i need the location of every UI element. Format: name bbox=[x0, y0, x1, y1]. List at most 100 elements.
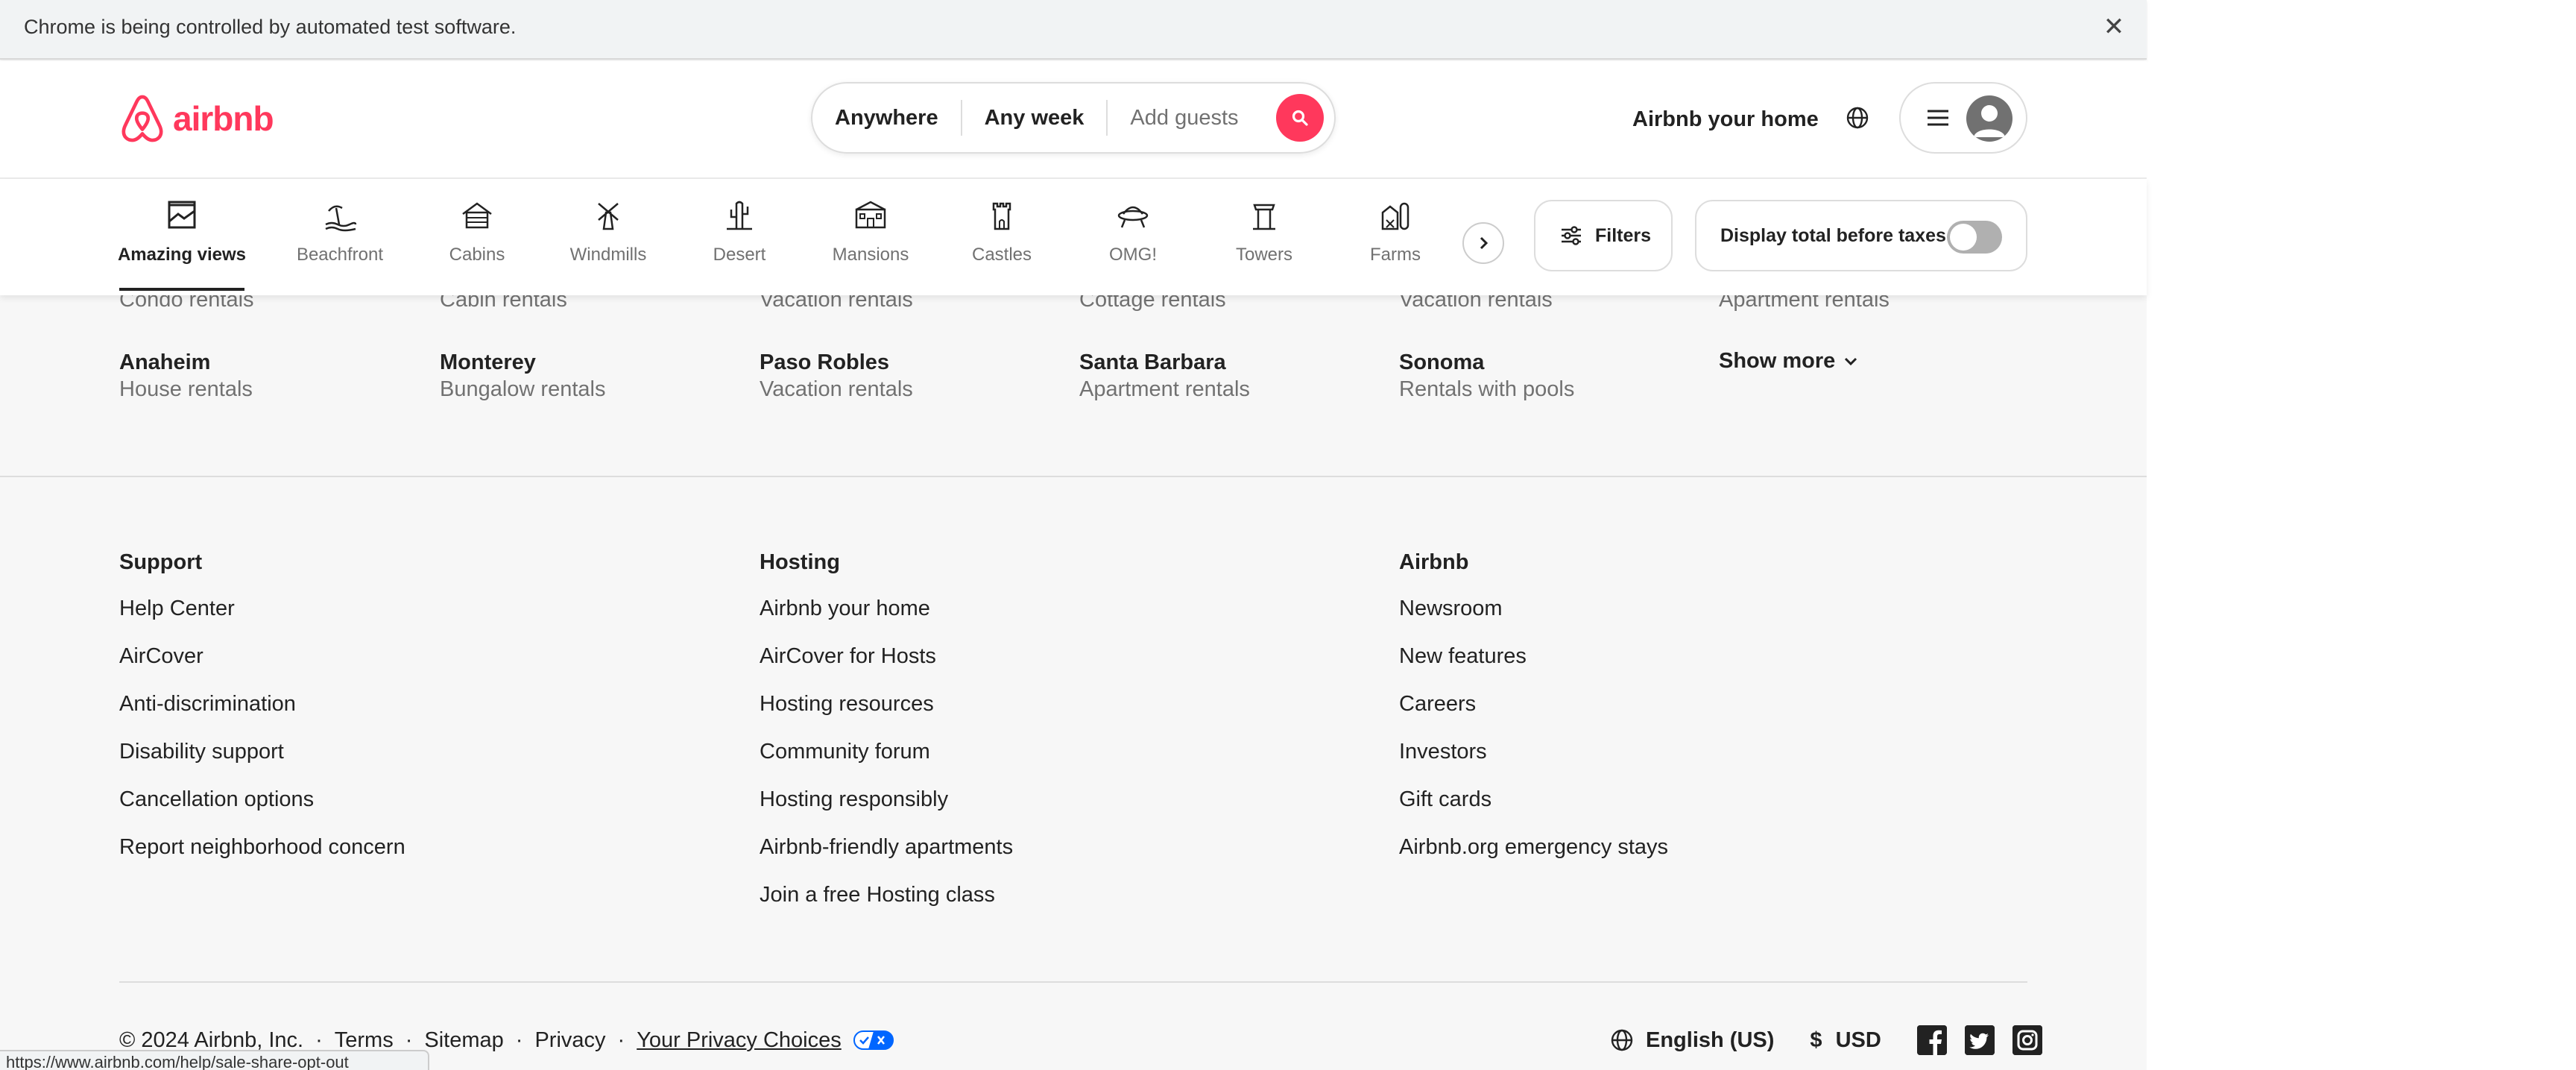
category-amazing-views[interactable]: Amazing views bbox=[115, 195, 249, 265]
category-scroll-next-button[interactable] bbox=[1462, 222, 1504, 264]
search-location-button[interactable]: Anywhere bbox=[812, 106, 961, 130]
footer-link-anti-discrimination[interactable]: Anti-discrimination bbox=[119, 690, 405, 717]
currency-selector[interactable]: $ USD bbox=[1810, 1028, 1881, 1053]
footer-link-aircover[interactable]: AirCover bbox=[119, 643, 405, 670]
category-desert[interactable]: Desert bbox=[672, 195, 806, 265]
footer-link-careers[interactable]: Careers bbox=[1399, 690, 1668, 717]
search-dates-button[interactable]: Any week bbox=[962, 106, 1107, 130]
farms-icon bbox=[1376, 195, 1415, 234]
footer-link-investors[interactable]: Investors bbox=[1399, 738, 1668, 765]
footer-link-disability-support[interactable]: Disability support bbox=[119, 738, 405, 765]
category-beachfront[interactable]: Beachfront bbox=[273, 195, 407, 265]
separator-dot: · bbox=[515, 1027, 523, 1052]
destination-paso-robles[interactable]: Paso Robles Vacation rentals bbox=[760, 349, 1058, 403]
destination-city: Sonoma bbox=[1399, 350, 1485, 374]
destination-city: Santa Barbara bbox=[1079, 350, 1226, 374]
terms-link[interactable]: Terms bbox=[335, 1028, 394, 1053]
category-mansions[interactable]: Mansions bbox=[804, 195, 938, 265]
footer-column-hosting: Hosting Airbnb your home AirCover for Ho… bbox=[760, 549, 1013, 929]
filters-button[interactable]: Filters bbox=[1534, 200, 1673, 271]
destination-item[interactable]: Cabin rentals bbox=[440, 295, 738, 313]
category-label: Towers bbox=[1235, 245, 1293, 265]
footer-locale-row: English (US) $ USD bbox=[1610, 1020, 2042, 1060]
omg-icon bbox=[1114, 195, 1152, 234]
category-cabins[interactable]: Cabins bbox=[410, 195, 544, 265]
search-button[interactable] bbox=[1276, 94, 1324, 142]
footer-link-aircover-for-hosts[interactable]: AirCover for Hosts bbox=[760, 643, 1013, 670]
footer-link-cancellation-options[interactable]: Cancellation options bbox=[119, 786, 405, 813]
chevron-down-icon bbox=[1845, 357, 1857, 365]
footer-link-community-forum[interactable]: Community forum bbox=[760, 738, 1013, 765]
facebook-icon[interactable] bbox=[1916, 1025, 1947, 1055]
category-castles[interactable]: Castles bbox=[935, 195, 1069, 265]
destination-type: Rentals with pools bbox=[1399, 377, 1575, 401]
airbnb-your-home-link[interactable]: Airbnb your home bbox=[1632, 107, 1819, 132]
footer-link-emergency-stays[interactable]: Airbnb.org emergency stays bbox=[1399, 834, 1668, 860]
castles-icon bbox=[982, 195, 1021, 234]
display-total-toggle[interactable]: Display total before taxes bbox=[1695, 200, 2027, 271]
airbnb-logo[interactable]: airbnb bbox=[119, 92, 274, 145]
language-selector[interactable]: English (US) bbox=[1610, 1028, 1774, 1053]
category-label: Amazing views bbox=[117, 245, 247, 265]
close-icon[interactable]: ✕ bbox=[2100, 13, 2127, 40]
currency-symbol: $ bbox=[1810, 1027, 1822, 1052]
footer-link-report-concern[interactable]: Report neighborhood concern bbox=[119, 834, 405, 860]
privacy-choices-link[interactable]: Your Privacy Choices bbox=[637, 1028, 842, 1053]
category-towers[interactable]: Towers bbox=[1197, 195, 1331, 265]
footer-link-hosting-resources[interactable]: Hosting resources bbox=[760, 690, 1013, 717]
category-label: Beachfront bbox=[296, 245, 384, 265]
category-windmills[interactable]: Windmills bbox=[541, 195, 675, 265]
site-header: airbnb Anywhere Any week Add guests Airb… bbox=[0, 61, 2147, 179]
category-omg[interactable]: OMG! bbox=[1066, 195, 1200, 265]
privacy-link[interactable]: Privacy bbox=[534, 1028, 605, 1053]
footer-link-help-center[interactable]: Help Center bbox=[119, 595, 405, 622]
footer-link-new-features[interactable]: New features bbox=[1399, 643, 1668, 670]
show-more-button[interactable]: Show more bbox=[1719, 349, 1860, 374]
category-farms[interactable]: Farms bbox=[1328, 195, 1462, 265]
category-label: OMG! bbox=[1109, 245, 1157, 265]
footer-link-gift-cards[interactable]: Gift cards bbox=[1399, 786, 1668, 813]
destination-type: House rentals bbox=[119, 377, 253, 401]
footer-link-hosting-responsibly[interactable]: Hosting responsibly bbox=[760, 786, 1013, 813]
instagram-icon[interactable] bbox=[2012, 1025, 2042, 1055]
desert-icon bbox=[720, 195, 759, 234]
automation-banner: Chrome is being controlled by automated … bbox=[0, 0, 2147, 60]
footer-link-hosting-class[interactable]: Join a free Hosting class bbox=[760, 881, 1013, 908]
category-label: Castles bbox=[971, 245, 1032, 265]
beachfront-icon bbox=[321, 195, 359, 234]
display-total-label: Display total before taxes bbox=[1720, 224, 1946, 246]
destination-item[interactable]: Vacation rentals bbox=[1399, 295, 1697, 313]
sitemap-link[interactable]: Sitemap bbox=[424, 1028, 503, 1053]
destination-monterey[interactable]: Monterey Bungalow rentals bbox=[440, 349, 738, 403]
destination-item[interactable]: Cottage rentals bbox=[1079, 295, 1377, 313]
site-footer: Support Help Center AirCover Anti-discri… bbox=[0, 477, 2147, 1070]
footer-heading: Airbnb bbox=[1399, 550, 1469, 574]
twitter-icon[interactable] bbox=[1964, 1025, 1995, 1055]
windmills-icon bbox=[589, 195, 628, 234]
footer-heading: Hosting bbox=[760, 550, 840, 574]
destination-city: Monterey bbox=[440, 350, 536, 374]
airbnb-logo-icon bbox=[121, 95, 163, 142]
search-icon bbox=[1292, 110, 1308, 126]
footer-link-friendly-apartments[interactable]: Airbnb-friendly apartments bbox=[760, 834, 1013, 860]
cabins-icon bbox=[458, 195, 496, 234]
destination-santa-barbara[interactable]: Santa Barbara Apartment rentals bbox=[1079, 349, 1377, 403]
destination-item[interactable]: Apartment rentals bbox=[1719, 295, 2017, 313]
language-globe-button[interactable] bbox=[1841, 101, 1874, 134]
separator-dot: · bbox=[405, 1027, 413, 1052]
tax-toggle-switch[interactable] bbox=[1947, 221, 2002, 254]
globe-icon bbox=[1846, 107, 1869, 129]
search-bar[interactable]: Anywhere Any week Add guests bbox=[811, 82, 1336, 154]
footer-link-airbnb-your-home[interactable]: Airbnb your home bbox=[760, 595, 1013, 622]
destination-item[interactable]: Vacation rentals bbox=[760, 295, 1058, 313]
destination-sonoma[interactable]: Sonoma Rentals with pools bbox=[1399, 349, 1697, 403]
destination-anaheim[interactable]: Anaheim House rentals bbox=[119, 349, 417, 403]
destination-item[interactable]: Condo rentals bbox=[119, 295, 417, 313]
copyright-text: © 2024 Airbnb, Inc. bbox=[119, 1027, 304, 1052]
footer-link-newsroom[interactable]: Newsroom bbox=[1399, 595, 1668, 622]
towers-icon bbox=[1245, 195, 1284, 234]
hamburger-menu-icon bbox=[1928, 110, 1948, 126]
profile-menu-button[interactable] bbox=[1899, 82, 2027, 154]
destination-city: Paso Robles bbox=[760, 350, 890, 374]
amazing-views-icon bbox=[162, 195, 201, 234]
